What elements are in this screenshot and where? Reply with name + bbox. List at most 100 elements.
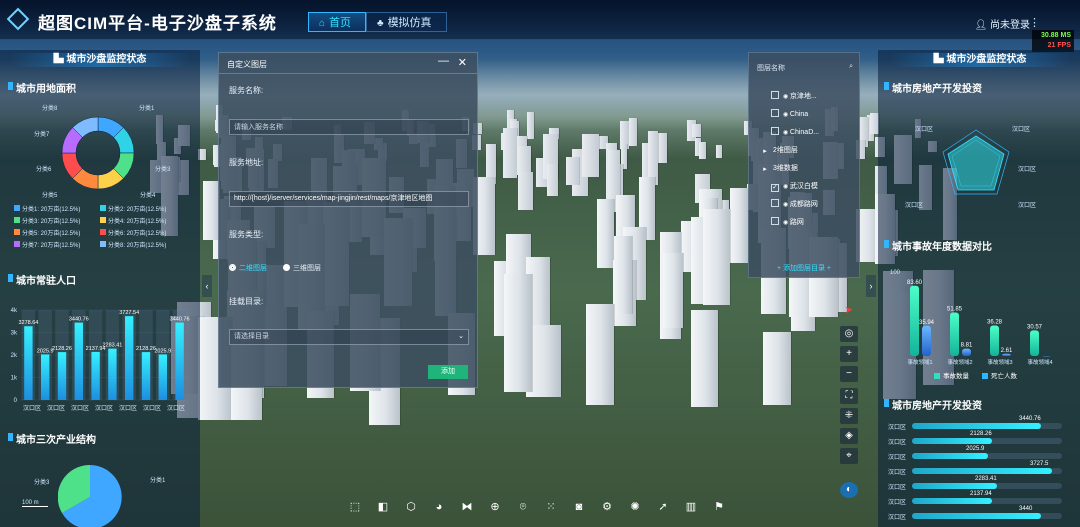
zoom-out-icon[interactable]: −	[840, 366, 858, 382]
layer-checkbox[interactable]	[771, 109, 779, 117]
layer-checkbox[interactable]	[771, 127, 779, 135]
user-icon: 👤︎	[974, 20, 990, 31]
service-url-input[interactable]: http://{host}/iserver/services/map-jingj…	[229, 191, 469, 207]
building	[613, 236, 633, 314]
population-bar[interactable]	[41, 354, 50, 400]
layer-checkbox[interactable]	[771, 199, 779, 207]
layer-item[interactable]: ◉ 路网	[771, 217, 804, 227]
select-box-icon[interactable]: ⬚	[345, 497, 365, 517]
legend-label: 分类3: 20万亩(12.5%)	[22, 219, 81, 225]
cube-icon[interactable]: ⬡	[401, 497, 421, 517]
population-bar[interactable]	[91, 351, 100, 400]
globe-icon[interactable]: ◐	[840, 482, 858, 498]
x-tick-label: 事故领域2	[947, 358, 972, 366]
fullscreen-icon[interactable]: ⛶	[840, 388, 858, 404]
kebab-menu-icon[interactable]: ⋮	[1029, 16, 1040, 29]
building-tool-icon[interactable]: ▥	[681, 497, 701, 517]
tab-simulation[interactable]: ♣ 模拟仿真	[366, 12, 447, 32]
crosshair-icon[interactable]: ⊕	[485, 497, 505, 517]
layer-checkbox[interactable]	[771, 91, 779, 99]
population-bar[interactable]	[175, 322, 184, 400]
right-panel-header: ▙ 城市沙盘监控状态	[890, 53, 1070, 67]
compass-icon[interactable]: ➤	[840, 303, 858, 319]
user-login[interactable]: 👤︎ 尚未登录	[975, 16, 1030, 31]
layer-checkbox[interactable]	[771, 217, 779, 225]
building	[730, 188, 749, 264]
building	[715, 144, 722, 158]
population-bar[interactable]	[125, 316, 134, 400]
expand-arrow-icon[interactable]: ▸	[761, 148, 769, 157]
legend-swatch	[14, 205, 20, 211]
population-bar[interactable]	[108, 348, 117, 400]
custom-layer-dialog: 自定义图层 — ✕ 服务名称: 服务地址: http://{host}/iser…	[218, 52, 478, 388]
add-layer-dir-button[interactable]: + 添加图层目录 +	[749, 263, 859, 273]
building	[703, 208, 731, 306]
donut-label: 分类5	[42, 193, 58, 199]
reset-view-icon[interactable]: ◎	[840, 326, 858, 342]
add-button[interactable]: 添加	[428, 365, 468, 379]
close-icon[interactable]: ✕	[458, 56, 467, 69]
cursor-icon[interactable]: ➚	[653, 497, 673, 517]
layers-icon[interactable]: ◈	[840, 428, 858, 444]
layer-item[interactable]: ◉ 京津地...	[771, 91, 817, 101]
population-bar[interactable]	[158, 354, 167, 400]
y-tick-label: 1k	[11, 376, 18, 382]
minimize-icon[interactable]: —	[438, 55, 449, 67]
sun-icon[interactable]: ✺	[625, 497, 645, 517]
search-icon[interactable]: ⌕	[849, 63, 853, 71]
accident-bar[interactable]	[962, 348, 971, 356]
layer-item[interactable]: ◉ ChinaD...	[771, 127, 819, 136]
radar-chart	[942, 129, 1010, 195]
camera-icon[interactable]: ◙	[569, 497, 589, 517]
population-bar[interactable]	[74, 322, 83, 400]
radio-dot	[229, 264, 236, 271]
accident-bar[interactable]	[1002, 353, 1011, 356]
collapse-right-arrow[interactable]: ›	[866, 275, 876, 297]
layer-item[interactable]: ◉ China	[771, 109, 808, 118]
zoom-in-icon[interactable]: +	[840, 346, 858, 362]
accident-bar[interactable]	[922, 325, 931, 356]
collapse-left-arrow[interactable]: ‹	[202, 275, 212, 297]
population-bar[interactable]	[24, 326, 33, 400]
dialog-title: 自定义图层	[227, 60, 267, 69]
population-bar[interactable]	[141, 352, 151, 400]
grid-icon[interactable]: ⁜	[840, 408, 858, 424]
accident-compare-title: 城市事故年度数据对比	[882, 238, 992, 253]
layer-item[interactable]: ◉ 成都路网	[771, 199, 818, 209]
bottom-toolbar: ⬚ ◧ ⬡ ◕ ⧓ ⊕ ⌾ ⁙ ◙ ⚙ ✺ ➚ ▥ ⚑	[345, 497, 745, 519]
legend-swatch	[100, 205, 106, 211]
location-icon[interactable]: ⌖	[840, 448, 858, 464]
radio-2d-layer[interactable]: 二维图层	[229, 263, 267, 273]
grid-dots-icon[interactable]: ⁙	[541, 497, 561, 517]
app-root: 超图CIM平台-电子沙盘子系统 ⌂ 首页 ♣ 模拟仿真 👤︎ 尚未登录 ⋮ 30.8…	[0, 0, 1080, 527]
service-name-input[interactable]	[229, 119, 469, 135]
layer-item[interactable]: ▸ 2维图层	[761, 145, 798, 157]
invest-bar-fill	[912, 438, 992, 444]
marker-icon[interactable]: ⚑	[709, 497, 729, 517]
split-view-icon[interactable]: ⧓	[457, 497, 477, 517]
layer-checkbox[interactable]: ✓	[771, 184, 779, 192]
radio-3d-layer[interactable]: 三维图层	[283, 263, 321, 273]
layer-item[interactable]: ▸ 3维数据	[761, 163, 798, 175]
accident-bar[interactable]	[950, 312, 959, 356]
layer-search-input[interactable]: 图层名称 ⌕	[757, 63, 853, 77]
pin-icon[interactable]: ⌾	[513, 497, 533, 517]
settings-icon[interactable]: ⚙	[597, 497, 617, 517]
right-panel-header-label: 城市沙盘监控状态	[946, 54, 1027, 65]
bar-value-label: 2128.26	[136, 346, 156, 352]
layer-item[interactable]: ✓ ◉ 武汉白模	[771, 181, 818, 192]
accident-bar[interactable]	[1030, 330, 1039, 356]
mount-dir-select[interactable]: 请选择目录 ⌄	[229, 329, 469, 345]
legend-label: 分类1: 20万亩(12.5%)	[22, 207, 81, 213]
expand-arrow-icon[interactable]: ▸	[761, 166, 769, 175]
mount-dir-placeholder: 请选择目录	[234, 333, 269, 340]
accident-bar[interactable]	[1042, 356, 1051, 357]
legend-swatch	[100, 229, 106, 235]
half-square-icon[interactable]: ◧	[373, 497, 393, 517]
population-bar[interactable]	[57, 352, 67, 400]
bar-value-label: 3727.54	[119, 310, 139, 316]
accident-bar[interactable]	[910, 285, 919, 356]
accident-bar[interactable]	[990, 325, 999, 356]
palette-icon[interactable]: ◕	[429, 497, 449, 517]
tab-home[interactable]: ⌂ 首页	[308, 12, 367, 32]
